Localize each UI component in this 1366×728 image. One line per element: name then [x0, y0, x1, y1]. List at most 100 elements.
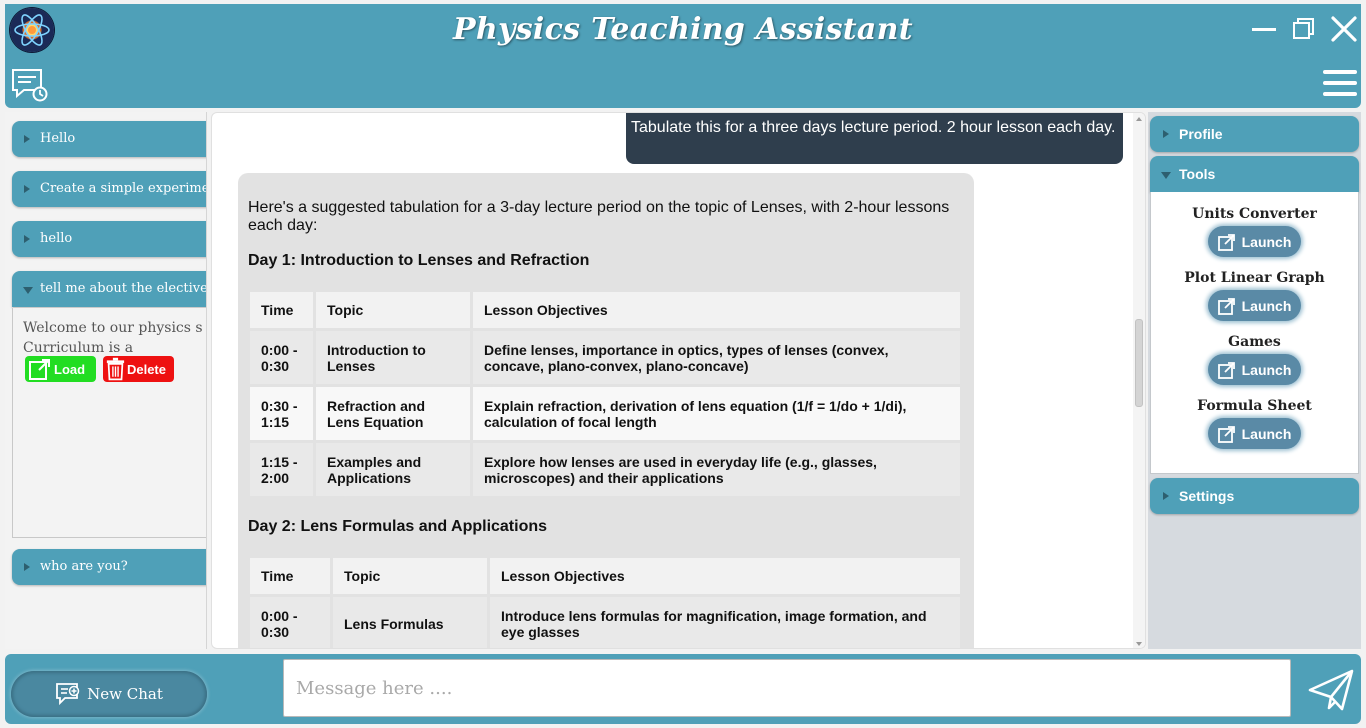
column-header: Lesson Objectives	[473, 292, 960, 328]
delete-button[interactable]: Delete	[103, 356, 174, 382]
topic-cell: Refraction and Lens Equation	[316, 387, 470, 440]
launch-formula-sheet-button[interactable]: Launch	[1208, 418, 1301, 449]
chat-history-icon	[12, 69, 48, 102]
topic-cell: Lens Formulas	[333, 597, 487, 648]
launch-label: Launch	[1241, 425, 1292, 442]
scroll-thumb[interactable]	[1135, 319, 1143, 407]
history-preview-line: Curriculum is a	[23, 340, 134, 356]
column-header: Topic	[316, 292, 470, 328]
bottom-bar: New Chat	[5, 654, 1361, 724]
expand-arrow-icon	[24, 185, 30, 193]
table-header-row: Time Topic Lesson Objectives	[250, 558, 960, 594]
title-bar: Physics Teaching Assistant	[5, 4, 1361, 60]
scroll-up-icon[interactable]	[1136, 117, 1142, 121]
table-header-row: Time Topic Lesson Objectives	[250, 292, 960, 328]
new-chat-button[interactable]: New Chat	[11, 671, 207, 717]
tool-name: Games	[1228, 334, 1281, 350]
column-header: Time	[250, 292, 313, 328]
load-button-label: Load	[54, 361, 86, 377]
time-cell: 0:30 - 1:15	[250, 387, 313, 440]
new-chat-icon	[56, 683, 80, 706]
external-link-icon	[1217, 297, 1235, 315]
tools-panel: Units Converter Launch Plot Linear Graph…	[1150, 192, 1359, 474]
objectives-cell: Explain refraction, derivation of lens e…	[473, 387, 960, 440]
expand-arrow-icon	[1163, 130, 1169, 138]
profile-accordion[interactable]: Profile	[1150, 116, 1359, 152]
launch-games-button[interactable]: Launch	[1208, 354, 1301, 385]
expand-arrow-icon	[1163, 492, 1169, 500]
history-item-label: Create a simple experiment	[40, 181, 207, 196]
close-button[interactable]	[1329, 14, 1359, 44]
toolbar	[5, 60, 1361, 108]
tool-games: Games Launch	[1151, 334, 1358, 385]
message-input[interactable]	[283, 659, 1291, 717]
profile-label: Profile	[1179, 126, 1223, 142]
settings-label: Settings	[1179, 488, 1235, 504]
time-cell: 1:15 - 2:00	[250, 443, 313, 496]
chat-history-sidebar: Hello Create a simple experiment hello t…	[5, 112, 207, 649]
tool-formula-sheet: Formula Sheet Launch	[1151, 398, 1358, 449]
launch-label: Launch	[1241, 361, 1292, 378]
topic-cell: Introduction to Lenses	[316, 331, 470, 384]
history-item[interactable]: who are you?	[12, 549, 206, 585]
launch-label: Launch	[1241, 297, 1292, 314]
tool-name: Formula Sheet	[1197, 398, 1312, 414]
hamburger-menu-button[interactable]	[1323, 68, 1357, 98]
external-link-icon	[1217, 425, 1235, 443]
launch-label: Launch	[1241, 233, 1292, 250]
settings-accordion[interactable]: Settings	[1150, 478, 1359, 514]
lesson-table: Time Topic Lesson Objectives 0:00 - 0:30…	[247, 555, 963, 648]
history-item-expanded[interactable]: tell me about the elective	[12, 271, 206, 307]
chat-scrollbar[interactable]	[1133, 113, 1145, 648]
send-paper-plane-icon	[1308, 669, 1354, 711]
scroll-down-icon[interactable]	[1136, 642, 1142, 646]
send-button[interactable]	[1307, 668, 1355, 712]
close-icon	[1331, 16, 1357, 42]
history-preview-line: Welcome to our physics s	[23, 320, 203, 336]
assistant-message-bubble: Here's a suggested tabulation for a 3-da…	[238, 173, 974, 648]
time-cell: 0:00 - 0:30	[250, 331, 313, 384]
tools-label: Tools	[1179, 166, 1216, 182]
table-row: 0:00 - 0:30 Lens Formulas Introduce lens…	[250, 597, 960, 648]
collapse-arrow-icon	[23, 287, 33, 294]
restore-icon	[1293, 18, 1314, 39]
window-controls	[1249, 14, 1359, 44]
history-item-label: who are you?	[40, 559, 128, 574]
column-header: Topic	[333, 558, 487, 594]
hamburger-line	[1323, 70, 1357, 74]
expand-arrow-icon	[24, 135, 30, 143]
tool-name: Units Converter	[1192, 206, 1317, 222]
history-item-label: Hello	[40, 131, 76, 146]
day-heading: Day 1: Introduction to Lenses and Refrac…	[248, 252, 590, 269]
objectives-cell: Explore how lenses are used in everyday …	[473, 443, 960, 496]
app-title: Physics Teaching Assistant	[453, 12, 913, 47]
minimize-icon	[1252, 28, 1276, 31]
launch-plot-linear-graph-button[interactable]: Launch	[1208, 290, 1301, 321]
history-item-panel: Welcome to our physics s Curriculum is a…	[12, 308, 206, 538]
column-header: Time	[250, 558, 330, 594]
maximize-button[interactable]	[1289, 14, 1319, 44]
chat-history-button[interactable]	[11, 68, 49, 102]
launch-units-converter-button[interactable]: Launch	[1208, 226, 1301, 257]
tool-plot-linear-graph: Plot Linear Graph Launch	[1151, 270, 1358, 321]
trash-icon	[106, 357, 125, 381]
objectives-cell: Define lenses, importance in optics, typ…	[473, 331, 960, 384]
tools-accordion[interactable]: Tools	[1150, 156, 1359, 192]
expand-arrow-icon	[24, 563, 30, 571]
chat-area[interactable]: Tabulate this for a three days lecture p…	[211, 112, 1146, 649]
external-link-icon	[29, 359, 50, 380]
history-item[interactable]: Create a simple experiment	[12, 171, 207, 207]
history-item[interactable]: Hello	[12, 121, 206, 157]
tool-units-converter: Units Converter Launch	[1151, 206, 1358, 257]
topic-cell: Examples and Applications	[316, 443, 470, 496]
load-button[interactable]: Load	[25, 356, 96, 382]
minimize-button[interactable]	[1249, 14, 1279, 44]
table-row: 0:00 - 0:30 Introduction to Lenses Defin…	[250, 331, 960, 384]
objectives-cell: Introduce lens formulas for magnificatio…	[490, 597, 960, 648]
time-cell: 0:00 - 0:30	[250, 597, 330, 648]
history-item[interactable]: hello	[12, 221, 206, 257]
lesson-table: Time Topic Lesson Objectives 0:00 - 0:30…	[247, 289, 963, 499]
history-actions: Load Delete	[25, 356, 174, 382]
external-link-icon	[1217, 233, 1235, 251]
table-row: 1:15 - 2:00 Examples and Applications Ex…	[250, 443, 960, 496]
